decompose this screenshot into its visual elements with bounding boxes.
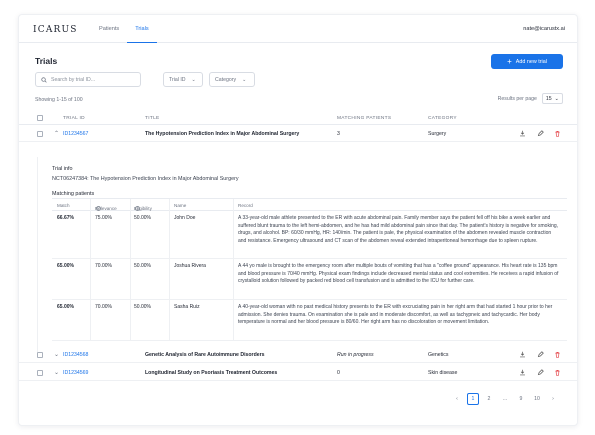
results-per-page-value: 15 <box>545 95 552 102</box>
matching-patients-heading: Matching patients <box>52 191 95 197</box>
page-10[interactable]: 10 <box>531 393 543 405</box>
trial-id-filter-label: Trial ID <box>169 76 186 83</box>
matching-patients-table: Match Relevance i Eligibility i Name Recor… <box>52 198 567 341</box>
relevance-score: 70.00% <box>95 263 112 269</box>
patient-record: A 40-year-old woman with no past medical… <box>238 304 553 326</box>
patient-record: A 44 yo male is brought to the emergency… <box>238 263 559 285</box>
match-score: 65.00% <box>57 263 74 269</box>
column-divider <box>169 199 170 341</box>
chevron-down-icon: ⌄ <box>191 76 196 83</box>
trash-icon[interactable] <box>554 130 561 137</box>
chevron-down-icon[interactable]: ⌄ <box>54 369 59 376</box>
main-nav: Patients Trials <box>91 15 157 43</box>
matching-count: Run in progress <box>337 352 374 358</box>
patient-record: A 33-year-old male athlete presented to … <box>238 215 559 244</box>
trial-category: Genetics <box>428 352 449 358</box>
trial-title: The Hypotension Prediction Index in Majo… <box>145 131 300 137</box>
match-score: 65.00% <box>57 304 74 310</box>
chevron-down-icon: ⌄ <box>242 76 247 83</box>
table-row[interactable]: ⌃ ID1234567 The Hypotension Prediction I… <box>19 126 577 142</box>
matching-count: 3 <box>337 131 340 137</box>
trial-id-link[interactable]: ID1234567 <box>63 131 88 137</box>
trial-id-link[interactable]: ID1234568 <box>63 352 88 358</box>
results-per-page-select[interactable]: 15 ⌄ <box>541 93 563 104</box>
download-icon[interactable] <box>519 369 526 376</box>
table-header: TRIAL ID TITLE MATCHING PATIENTS CATEGOR… <box>19 111 577 125</box>
pagination: ‹ 1 2 ... 9 10 › <box>451 393 559 405</box>
header-title[interactable]: TITLE <box>145 116 160 121</box>
page-ellipsis: ... <box>502 396 508 402</box>
trial-info-heading: Trial info <box>52 166 73 172</box>
trial-id-link[interactable]: ID1234569 <box>63 370 88 376</box>
category-filter-label: Category <box>215 76 237 83</box>
app-logo: ICARUS <box>33 25 78 35</box>
table-row[interactable]: ⌄ ID1234569 Longitudinal Study on Psoria… <box>19 365 577 381</box>
app-window: ICARUS Patients Trials nate@icarustx.ai … <box>18 14 578 426</box>
page-title: Trials <box>35 56 58 66</box>
row-checkbox[interactable] <box>37 131 43 137</box>
header-category[interactable]: CATEGORY <box>428 116 457 121</box>
relevance-score: 75.00% <box>95 215 112 221</box>
trash-icon[interactable] <box>554 369 561 376</box>
download-icon[interactable] <box>519 130 526 137</box>
row-checkbox[interactable] <box>37 370 43 376</box>
edit-icon[interactable] <box>537 369 544 376</box>
category-filter[interactable]: Category ⌄ <box>209 72 255 87</box>
eligibility-score: 50.00% <box>134 263 151 269</box>
column-divider <box>130 199 131 341</box>
chevron-right-icon[interactable]: › <box>547 393 559 405</box>
download-icon[interactable] <box>519 351 526 358</box>
top-bar: ICARUS Patients Trials nate@icarustx.ai <box>19 15 577 43</box>
results-per-page: Results per page 15 ⌄ <box>498 93 563 104</box>
matching-count: 0 <box>337 370 340 376</box>
page-1[interactable]: 1 <box>467 393 479 405</box>
col-record: Record <box>238 202 253 208</box>
eligibility-score: 50.00% <box>134 215 151 221</box>
header-matching[interactable]: MATCHING PATIENTS <box>337 116 391 121</box>
search-icon <box>41 76 47 83</box>
results-per-page-label: Results per page <box>497 95 537 102</box>
column-divider <box>233 199 234 341</box>
match-score: 66.67% <box>57 215 74 221</box>
header-trial-id[interactable]: TRIAL ID <box>63 116 85 121</box>
patient-name[interactable]: Joshua Rivera <box>174 263 206 269</box>
edit-icon[interactable] <box>537 130 544 137</box>
column-divider <box>90 199 91 341</box>
results-count: Showing 1-15 of 100 <box>35 97 83 103</box>
add-new-trial-button[interactable]: + Add new trial <box>491 54 563 69</box>
page-9[interactable]: 9 <box>515 393 527 405</box>
relevance-score: 70.00% <box>95 304 112 310</box>
patient-name[interactable]: Sasha Ruiz <box>174 304 200 310</box>
add-new-trial-label: Add new trial <box>515 58 547 65</box>
trial-detail-panel: Trial info NCT06247384: The Hypotension … <box>37 157 577 352</box>
col-name: Name <box>174 202 187 208</box>
trial-category: Skin disease <box>428 370 458 376</box>
edit-icon[interactable] <box>537 351 544 358</box>
trial-category: Surgery <box>428 131 447 137</box>
search-input[interactable] <box>51 76 139 83</box>
user-email[interactable]: nate@icarustx.ai <box>523 26 565 32</box>
search-box[interactable] <box>35 72 141 87</box>
select-all-checkbox[interactable] <box>37 115 43 121</box>
row-checkbox[interactable] <box>37 352 43 358</box>
nav-patients[interactable]: Patients <box>91 15 127 43</box>
trash-icon[interactable] <box>554 351 561 358</box>
plus-icon: + <box>507 56 512 66</box>
trial-id-filter[interactable]: Trial ID ⌄ <box>163 72 203 87</box>
nav-trials[interactable]: Trials <box>127 15 157 43</box>
trial-title: Genetic Analysis of Rare Autoimmune Diso… <box>145 352 265 358</box>
col-match: Match <box>57 202 70 208</box>
chevron-down-icon: ⌄ <box>554 95 559 102</box>
table-row[interactable]: ⌄ ID1234568 Genetic Analysis of Rare Aut… <box>19 347 577 363</box>
chevron-up-icon[interactable]: ⌃ <box>54 130 59 137</box>
patient-name[interactable]: John Doe <box>174 215 195 221</box>
trial-title: Longitudinal Study on Psoriasis Treatmen… <box>145 370 278 376</box>
eligibility-score: 50.00% <box>134 304 151 310</box>
chevron-down-icon[interactable]: ⌄ <box>54 351 59 358</box>
chevron-left-icon[interactable]: ‹ <box>451 393 463 405</box>
trial-info-text: NCT06247384: The Hypotension Prediction … <box>52 176 239 182</box>
page-2[interactable]: 2 <box>483 393 495 405</box>
